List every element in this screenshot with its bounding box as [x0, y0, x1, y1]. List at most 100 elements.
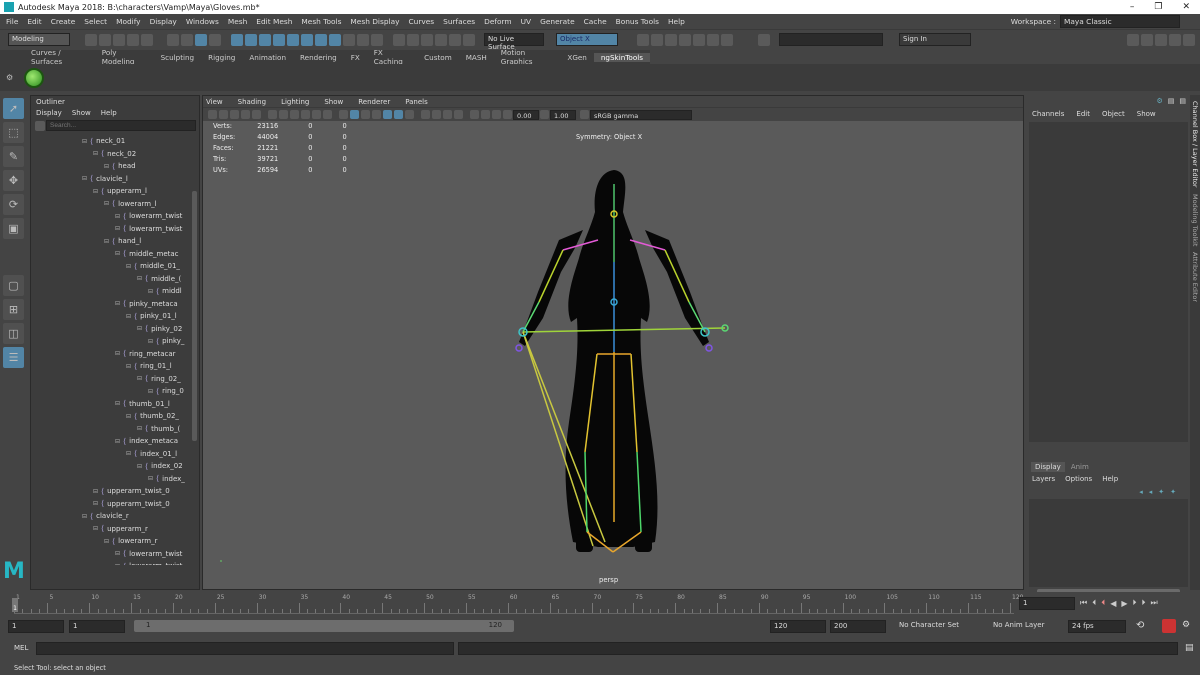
outliner-item[interactable]: ⊟ ⟨ thumb_(: [31, 423, 199, 436]
attribute-editor-toggle-icon[interactable]: ▤: [1168, 97, 1175, 105]
step-forward-key-icon[interactable]: ⏵: [1142, 598, 1146, 608]
vp-menu-lighting[interactable]: Lighting: [278, 98, 309, 106]
menu-create[interactable]: Create: [51, 17, 76, 26]
select-object-icon[interactable]: [181, 33, 193, 46]
tab-attribute-editor[interactable]: Attribute Editor: [1191, 252, 1199, 302]
quick-search-input[interactable]: [779, 33, 883, 46]
playback-end-field[interactable]: 120: [770, 620, 826, 633]
snap-curve-icon[interactable]: [245, 33, 257, 46]
outliner-item[interactable]: ⊟⟨lowerarm_twist: [31, 210, 199, 223]
layer-menu-help[interactable]: Help: [1102, 475, 1118, 483]
menu-select[interactable]: Select: [84, 17, 107, 26]
animation-start-field[interactable]: 1: [8, 620, 64, 633]
expand-toggle-icon[interactable]: ⊟: [104, 163, 112, 170]
new-layer-selected-icon[interactable]: ✦: [1170, 488, 1176, 496]
shelf-tab-custom[interactable]: Custom: [417, 53, 459, 62]
image-plane-icon[interactable]: [230, 110, 239, 119]
expand-toggle-icon[interactable]: ⊟: [137, 325, 145, 332]
expand-toggle-icon[interactable]: ⊟: [115, 250, 123, 257]
play-backwards-icon[interactable]: ◀: [1110, 599, 1116, 608]
paint-select-icon[interactable]: ✎: [3, 146, 24, 167]
vp-menu-renderer[interactable]: Renderer: [355, 98, 390, 106]
menu-edit-mesh[interactable]: Edit Mesh: [256, 17, 292, 26]
expand-toggle-icon[interactable]: ⊟: [82, 513, 90, 520]
expand-toggle-icon[interactable]: ⊟: [137, 463, 145, 470]
animation-prefs-icon[interactable]: ⚙: [1182, 620, 1190, 630]
snap-point-icon[interactable]: [259, 33, 271, 46]
shelf-tab-sculpting[interactable]: Sculpting: [154, 53, 202, 62]
rotate-tool-icon[interactable]: ⟳: [3, 194, 24, 215]
snap-view-plane-icon[interactable]: [273, 33, 285, 46]
exposure-field[interactable]: 0.00: [513, 109, 539, 120]
expand-toggle-icon[interactable]: ⊟: [148, 338, 156, 345]
outliner-item[interactable]: ⊟ ⟨ index_metaca: [31, 435, 199, 448]
textured-icon[interactable]: [383, 110, 392, 119]
expand-toggle-icon[interactable]: ⊟: [93, 500, 101, 507]
xray-icon[interactable]: [481, 110, 490, 119]
range-slider[interactable]: 1 120: [134, 620, 514, 632]
input-ops-icon[interactable]: [393, 33, 405, 46]
toggle-panel-icon[interactable]: [1155, 33, 1167, 46]
outliner-item[interactable]: ⊟ ⟨ head: [31, 160, 199, 173]
arnold-render-icon[interactable]: [693, 33, 705, 46]
outliner-layout-icon[interactable]: ☰: [3, 347, 24, 368]
make-live-icon[interactable]: [287, 33, 299, 46]
safe-action-icon[interactable]: [323, 110, 332, 119]
default-material-icon[interactable]: [361, 110, 370, 119]
anim-layer-select[interactable]: No Anim Layer: [990, 620, 1056, 633]
outliner-item[interactable]: ⊟ ⟨ upperarm_twist_0: [31, 498, 199, 511]
2d-pan-icon[interactable]: [241, 110, 250, 119]
single-perspective-icon[interactable]: ▢: [3, 275, 24, 296]
outliner-item[interactable]: ⊟ ⟨ clavicle_r: [31, 510, 199, 523]
layer-list[interactable]: [1029, 499, 1188, 587]
expand-toggle-icon[interactable]: ⊟: [137, 375, 145, 382]
colorspace-select[interactable]: sRGB gamma: [590, 109, 692, 120]
time-slider[interactable]: 1510152025303540455055606570758085909510…: [0, 592, 1200, 616]
redo-icon[interactable]: [141, 33, 153, 46]
workspace-select[interactable]: Maya Classic: [1060, 15, 1180, 28]
outliner-item[interactable]: ⊟ ⟨ ring_01_l: [31, 360, 199, 373]
wireframe-icon[interactable]: [339, 110, 348, 119]
outliner-item[interactable]: ⊟ ⟨ upperarm_r: [31, 523, 199, 536]
select-tool-icon[interactable]: ➚: [3, 98, 24, 119]
layer-menu-options[interactable]: Options: [1065, 475, 1092, 483]
expand-toggle-icon[interactable]: ⊟: [93, 150, 101, 157]
outliner-item[interactable]: ⊟ ⟨ index_01_l: [31, 448, 199, 461]
expand-toggle-icon[interactable]: ⊟: [126, 413, 134, 420]
outliner-item[interactable]: ⊟ ⟨ neck_02: [31, 148, 199, 161]
outliner-item[interactable]: ⊟ ⟨ upperarm_l: [31, 185, 199, 198]
expand-toggle-icon[interactable]: ⊟: [104, 238, 112, 245]
menu-windows[interactable]: Windows: [186, 17, 219, 26]
outliner-item[interactable]: ⊟⟨lowerarm_twist: [31, 548, 199, 561]
output-ops-icon[interactable]: [407, 33, 419, 46]
tab-modeling-toolkit[interactable]: Modeling Toolkit: [1191, 194, 1199, 246]
menu-uv[interactable]: UV: [521, 17, 531, 26]
menu-generate[interactable]: Generate: [540, 17, 575, 26]
menu-curves[interactable]: Curves: [408, 17, 434, 26]
render-view-icon[interactable]: [435, 33, 447, 46]
auto-key-icon[interactable]: [1162, 619, 1176, 633]
menu-help[interactable]: Help: [668, 17, 685, 26]
outliner-item[interactable]: ⊟ ⟨ ring_02_: [31, 373, 199, 386]
xray-joints-icon[interactable]: [492, 110, 501, 119]
hypershade-icon[interactable]: [679, 33, 691, 46]
camera-attributes-icon[interactable]: [208, 110, 217, 119]
channel-menu-object[interactable]: Object: [1102, 110, 1125, 118]
wireframe-on-shaded-icon[interactable]: [372, 110, 381, 119]
menu-mesh-display[interactable]: Mesh Display: [350, 17, 399, 26]
channel-list[interactable]: [1029, 122, 1188, 442]
outliner-item[interactable]: ⊟ ⟨ middle_metac: [31, 248, 199, 261]
shelf-tab-rendering[interactable]: Rendering: [293, 53, 344, 62]
grid-icon[interactable]: [268, 110, 277, 119]
snap-surface-icon[interactable]: [301, 33, 313, 46]
shelf-tab-animation[interactable]: Animation: [242, 53, 293, 62]
layer-menu-layers[interactable]: Layers: [1032, 475, 1055, 483]
script-editor-icon[interactable]: ▤: [1185, 643, 1194, 653]
outliner-item[interactable]: ⊟ ⟨ neck_01: [31, 135, 199, 148]
layer-tab-anim[interactable]: Anim: [1067, 462, 1093, 472]
outliner-item[interactable]: ⊟ ⟨ thumb_02_: [31, 410, 199, 423]
sidebar-toggle-icon[interactable]: [758, 33, 770, 46]
close-button[interactable]: ✕: [1182, 2, 1190, 12]
playback-start-field[interactable]: 1: [69, 620, 125, 633]
outliner-menu-help[interactable]: Help: [101, 109, 117, 117]
